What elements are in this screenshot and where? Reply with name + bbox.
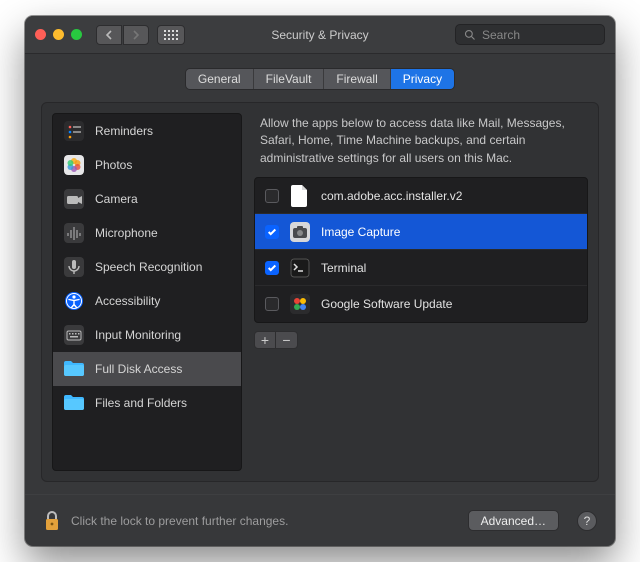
tab-bar: GeneralFileVaultFirewallPrivacy [41,68,599,90]
window-title: Security & Privacy [193,28,447,42]
keyboard-icon [63,324,85,346]
zoom-icon[interactable] [71,29,82,40]
search-input[interactable]: Search [455,24,605,45]
app-list[interactable]: com.adobe.acc.installer.v2 Image Capture T… [254,177,588,323]
reminders-icon [63,120,85,142]
folder-blue-icon [63,392,85,414]
checkbox[interactable] [265,261,279,275]
add-button[interactable]: + [254,331,276,349]
app-name: Terminal [321,261,366,275]
remove-button[interactable]: − [276,331,298,349]
checkbox[interactable] [265,297,279,311]
tab-firewall[interactable]: Firewall [324,69,390,89]
sidebar-item-speech-recognition[interactable]: Speech Recognition [53,250,241,284]
search-placeholder: Search [482,28,520,42]
app-row[interactable]: Terminal [255,250,587,286]
titlebar: Security & Privacy Search [25,16,615,54]
sidebar-item-microphone[interactable]: Microphone [53,216,241,250]
tab-filevault[interactable]: FileVault [254,69,325,89]
app-row[interactable]: Image Capture [255,214,587,250]
tab-general[interactable]: General [186,69,254,89]
terminal-icon [289,257,311,279]
search-icon [464,29,476,41]
sidebar-item-label: Camera [95,192,138,206]
sidebar-item-label: Speech Recognition [95,260,202,274]
microphone-icon [63,222,85,244]
sidebar-item-label: Accessibility [95,294,160,308]
tab-privacy[interactable]: Privacy [391,69,454,89]
lock-text: Click the lock to prevent further change… [71,514,458,528]
sidebar-item-reminders[interactable]: Reminders [53,114,241,148]
sidebar-item-camera[interactable]: Camera [53,182,241,216]
imagecapture-icon [289,221,311,243]
close-icon[interactable] [35,29,46,40]
show-all-button[interactable] [157,25,185,45]
app-name: Image Capture [321,225,400,239]
sidebar-item-label: Reminders [95,124,153,138]
content-area: GeneralFileVaultFirewallPrivacy Reminder… [25,54,615,494]
app-row[interactable]: com.adobe.acc.installer.v2 [255,178,587,214]
sidebar-item-label: Microphone [95,226,158,240]
doc-icon [289,185,311,207]
checkbox[interactable] [265,189,279,203]
sidebar-item-full-disk-access[interactable]: Full Disk Access [53,352,241,386]
help-button[interactable]: ? [577,511,597,531]
traffic-lights [35,29,82,40]
minimize-icon[interactable] [53,29,64,40]
nav-buttons [96,25,149,45]
app-name: com.adobe.acc.installer.v2 [321,189,462,203]
privacy-sidebar[interactable]: Reminders Photos Camera Microphone Speech Re… [52,113,242,471]
gsu-icon [289,293,311,315]
description-text: Allow the apps below to access data like… [254,113,588,177]
sidebar-item-photos[interactable]: Photos [53,148,241,182]
forward-button[interactable] [123,25,149,45]
app-name: Google Software Update [321,297,452,311]
privacy-detail: Allow the apps below to access data like… [254,113,588,471]
back-button[interactable] [96,25,122,45]
sidebar-item-input-monitoring[interactable]: Input Monitoring [53,318,241,352]
sidebar-item-label: Photos [95,158,132,172]
footer: Click the lock to prevent further change… [25,494,615,546]
advanced-button[interactable]: Advanced… [468,510,559,531]
photos-icon [63,154,85,176]
preferences-window: Security & Privacy Search GeneralFileVau… [25,16,615,546]
accessibility-icon [63,290,85,312]
folder-blue-icon [63,358,85,380]
lock-icon[interactable] [43,510,61,532]
speech-icon [63,256,85,278]
privacy-pane: Reminders Photos Camera Microphone Speech Re… [41,102,599,482]
add-remove-buttons: + − [254,331,588,349]
app-row[interactable]: Google Software Update [255,286,587,322]
sidebar-item-accessibility[interactable]: Accessibility [53,284,241,318]
sidebar-item-label: Input Monitoring [95,328,181,342]
camera-icon [63,188,85,210]
sidebar-item-label: Files and Folders [95,396,187,410]
checkbox[interactable] [265,225,279,239]
grid-icon [164,30,178,40]
sidebar-item-files-and-folders[interactable]: Files and Folders [53,386,241,420]
sidebar-item-label: Full Disk Access [95,362,182,376]
